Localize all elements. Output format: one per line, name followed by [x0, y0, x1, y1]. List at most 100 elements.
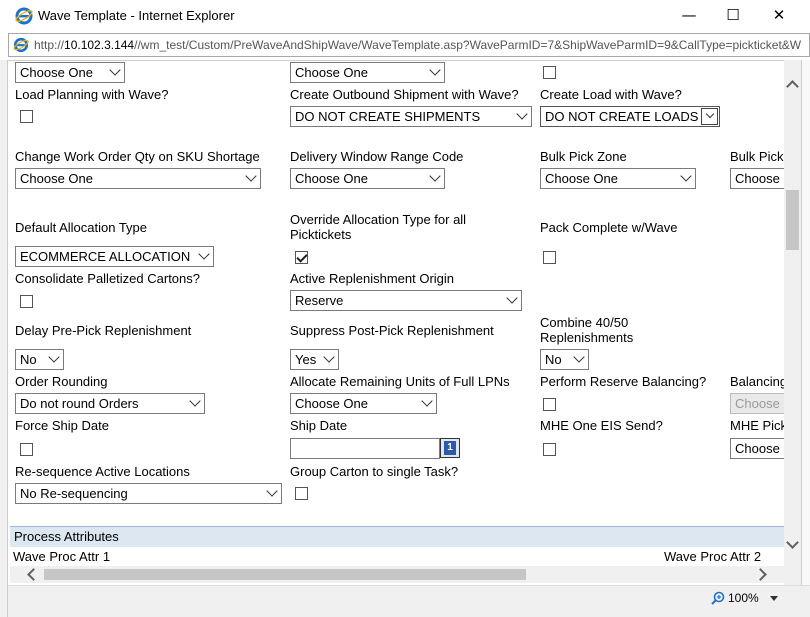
scroll-down-icon[interactable]: [786, 536, 799, 549]
left-frame-edge: [0, 60, 8, 617]
form-content: Choose One Choose One Load Planning with…: [8, 60, 784, 585]
scroll-up-icon[interactable]: [786, 80, 799, 93]
select-row0-b-value: Choose One: [295, 65, 368, 80]
chevron-down-icon: [266, 485, 278, 497]
resequence-label: Re-sequence Active Locations: [15, 464, 190, 479]
select-row0-a[interactable]: Choose One: [15, 62, 125, 83]
wave-proc-attr1-label: Wave Proc Attr 1: [13, 549, 111, 564]
consolidate-label: Consolidate Palletized Cartons?: [15, 271, 200, 286]
chevron-down-icon: [189, 395, 201, 407]
dropdown-button[interactable]: [701, 108, 718, 125]
chevron-down-icon: [516, 108, 528, 120]
calendar-button[interactable]: 1: [440, 438, 460, 458]
create-shipment-label: Create Outbound Shipment with Wave?: [290, 87, 519, 102]
consolidate-checkbox[interactable]: [20, 295, 33, 308]
bulk-pick-zone-label: Bulk Pick Zone: [540, 149, 627, 164]
default-alloc-select[interactable]: ECOMMERCE ALLOCATION: [15, 246, 214, 267]
create-load-select[interactable]: DO NOT CREATE LOADS: [540, 106, 720, 127]
bulk-pick-zone-select[interactable]: Choose One: [540, 168, 696, 189]
create-shipment-select[interactable]: DO NOT CREATE SHIPMENTS: [290, 106, 532, 127]
chevron-down-icon: [705, 109, 715, 119]
force-ship-label: Force Ship Date: [15, 418, 109, 433]
group-carton-checkbox[interactable]: [295, 487, 308, 500]
mhe-pick-select[interactable]: Choose: [730, 438, 784, 459]
maximize-icon[interactable]: ☐: [722, 5, 744, 25]
combine-select[interactable]: No: [540, 349, 589, 370]
chevron-down-icon: [429, 170, 441, 182]
scroll-left-icon[interactable]: [27, 568, 40, 581]
chevron-down-icon: [429, 64, 441, 76]
balancing-value: Choose: [735, 396, 780, 411]
url-text[interactable]: http://10.102.3.144//wm_test/Custom/PreW…: [34, 38, 806, 52]
vertical-scroll-thumb[interactable]: [786, 190, 799, 250]
scroll-right-icon[interactable]: [754, 568, 767, 581]
ship-date-input[interactable]: [290, 438, 440, 459]
delay-prepick-label: Delay Pre-Pick Replenishment: [15, 323, 192, 338]
url-prefix: http://: [34, 38, 65, 52]
suppress-postpick-value: Yes: [295, 352, 317, 367]
mhe-pick-value: Choose: [735, 441, 780, 456]
override-alloc-label-line1: Override Allocation Type for all: [290, 212, 467, 227]
chevron-down-icon: [109, 64, 121, 76]
combine-label-line2: Replenishments: [540, 330, 634, 345]
mhe-eis-checkbox[interactable]: [543, 443, 556, 456]
order-rounding-label: Order Rounding: [15, 374, 108, 389]
override-alloc-checkbox[interactable]: [295, 251, 308, 264]
url-host: 10.102.3.144: [64, 38, 135, 52]
balancing-label: Balancing: [730, 374, 784, 389]
suppress-postpick-select[interactable]: Yes: [290, 349, 339, 370]
force-ship-checkbox[interactable]: [20, 443, 33, 456]
override-alloc-label-line2: Picktickets: [290, 227, 352, 242]
internet-explorer-icon: [15, 7, 33, 25]
resequence-select[interactable]: No Re-sequencing: [15, 483, 282, 504]
process-attributes-title: Process Attributes: [14, 529, 119, 544]
reserve-balancing-checkbox[interactable]: [543, 398, 556, 411]
status-bar: 100%: [8, 585, 810, 617]
chevron-down-icon: [573, 351, 585, 363]
create-shipment-value: DO NOT CREATE SHIPMENTS: [295, 109, 481, 124]
zoom-dropdown-icon[interactable]: [770, 596, 778, 601]
default-alloc-value: ECOMMERCE ALLOCATION: [20, 249, 191, 264]
delay-prepick-select[interactable]: No: [15, 349, 64, 370]
mhe-eis-label: MHE One EIS Send?: [540, 418, 663, 433]
bulk-pick-value: Choose: [735, 171, 780, 186]
load-planning-checkbox[interactable]: [20, 110, 33, 123]
chevron-down-icon: [680, 170, 692, 182]
vertical-scrollbar[interactable]: [784, 60, 801, 585]
bulk-pick-label: Bulk Pick: [730, 149, 784, 164]
zoom-level[interactable]: 100%: [728, 591, 759, 605]
select-row0-b[interactable]: Choose One: [290, 62, 445, 83]
active-repl-value: Reserve: [295, 293, 344, 308]
right-frame-edge: [801, 60, 810, 617]
pack-complete-checkbox[interactable]: [543, 251, 556, 264]
pack-complete-label: Pack Complete w/Wave: [540, 220, 678, 235]
bulk-pick-select[interactable]: Choose: [730, 168, 784, 189]
combine-value: No: [545, 352, 562, 367]
order-rounding-value: Do not round Orders: [20, 396, 139, 411]
horizontal-scroll-thumb[interactable]: [44, 569, 526, 580]
active-repl-select[interactable]: Reserve: [290, 290, 522, 311]
load-planning-label: Load Planning with Wave?: [15, 87, 169, 102]
chevron-down-icon: [48, 351, 60, 363]
delay-prepick-value: No: [20, 352, 37, 367]
chevron-down-icon: [421, 395, 433, 407]
combine-label-line1: Combine 40/50: [540, 315, 629, 330]
horizontal-scrollbar[interactable]: [10, 566, 784, 583]
checkbox-row0[interactable]: [543, 66, 556, 79]
default-alloc-label: Default Allocation Type: [15, 220, 148, 235]
close-icon[interactable]: ✕: [768, 5, 790, 25]
change-wo-select[interactable]: Choose One: [15, 168, 261, 189]
bulk-pick-zone-value: Choose One: [545, 171, 618, 186]
window-title: Wave Template - Internet Explorer: [38, 8, 235, 23]
delivery-window-select[interactable]: Choose One: [290, 168, 445, 189]
allocate-remaining-label: Allocate Remaining Units of Full LPNs: [290, 374, 510, 389]
address-bar[interactable]: http://10.102.3.144//wm_test/Custom/PreW…: [8, 33, 810, 57]
resequence-value: No Re-sequencing: [20, 486, 128, 501]
allocate-remaining-select[interactable]: Choose One: [290, 393, 437, 414]
minimize-icon[interactable]: —: [678, 5, 700, 25]
order-rounding-select[interactable]: Do not round Orders: [15, 393, 205, 414]
suppress-postpick-label: Suppress Post-Pick Replenishment: [290, 323, 494, 338]
balancing-select: Choose: [730, 393, 784, 414]
change-wo-label: Change Work Order Qty on SKU Shortage: [15, 149, 260, 164]
calendar-icon: 1: [444, 441, 456, 455]
